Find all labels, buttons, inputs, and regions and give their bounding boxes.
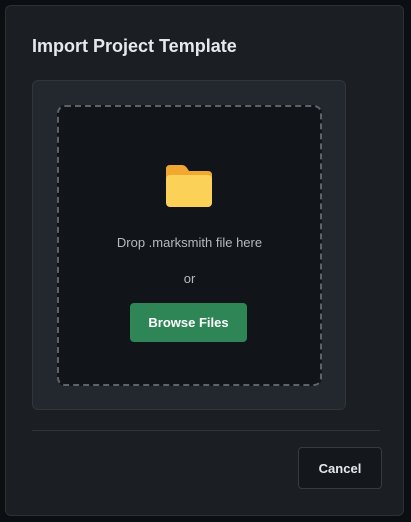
or-separator: or	[183, 271, 196, 286]
folder-icon	[166, 165, 212, 207]
drop-instruction: Drop .marksmith file here	[116, 235, 263, 250]
file-dropzone[interactable]: Drop .marksmith file here or Browse File…	[57, 105, 322, 386]
import-dialog: Import Project Template Drop .marksmith …	[5, 5, 404, 516]
cancel-button[interactable]: Cancel	[298, 447, 382, 489]
footer-divider	[32, 430, 380, 431]
browse-files-button[interactable]: Browse Files	[130, 303, 247, 342]
import-panel: Drop .marksmith file here or Browse File…	[32, 80, 346, 410]
dialog-title: Import Project Template	[32, 36, 237, 56]
